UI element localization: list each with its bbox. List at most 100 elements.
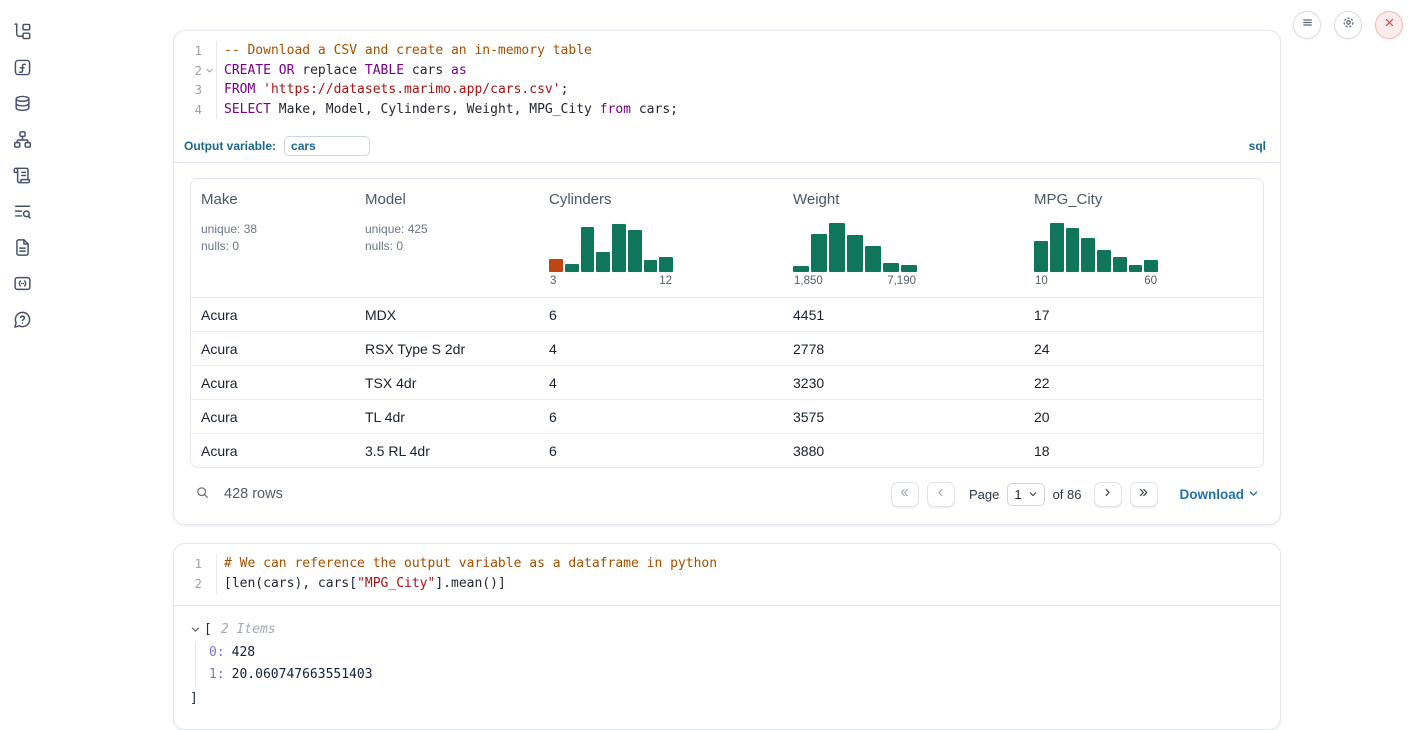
- table-row[interactable]: Acura3.5 RL 4dr6388018: [191, 433, 1263, 467]
- histogram-bar: [793, 266, 809, 272]
- settings-button[interactable]: [1334, 11, 1362, 39]
- tree-key: 0:: [209, 645, 225, 660]
- search-icon[interactable]: [195, 485, 210, 504]
- close-icon: [1382, 15, 1397, 35]
- table-cell: 3575: [783, 409, 1024, 425]
- tree-items-count: 2 Items: [221, 620, 276, 640]
- tree-value: 20.060747663551403: [232, 667, 373, 682]
- sidebar-item-variables[interactable]: [13, 58, 32, 77]
- table-body: AcuraMDX6445117AcuraRSX Type S 2dr427782…: [191, 298, 1263, 467]
- histogram-weight: 1,8507,190: [793, 220, 917, 287]
- sidebar-item-logs[interactable]: [13, 202, 32, 221]
- download-button[interactable]: Download: [1180, 487, 1260, 502]
- chevron-down-icon: [1028, 487, 1038, 502]
- code-snippet-icon: [13, 274, 32, 293]
- tree-children: 0:428 1: 20.060747663551403: [195, 642, 1264, 687]
- page-label: Page: [969, 487, 999, 502]
- table-cell: 22: [1024, 375, 1263, 391]
- scroll-icon: [13, 166, 32, 185]
- chevron-down-icon: [1248, 487, 1259, 502]
- code-text: -- Download a CSV and create an in-memor…: [224, 41, 592, 61]
- table-cell: 18: [1024, 443, 1263, 459]
- table-cell: TL 4dr: [355, 409, 539, 425]
- last-page-button[interactable]: [1130, 482, 1158, 507]
- table-cell: Acura: [191, 443, 355, 459]
- fold-chevron-icon[interactable]: [202, 61, 217, 81]
- code-line: 2CREATE OR replace TABLE cars as: [180, 61, 1280, 81]
- function-square-icon: [13, 58, 32, 77]
- column-header-mpg_city[interactable]: MPG_City1060: [1024, 179, 1263, 297]
- histogram-cylinders: 312: [549, 220, 673, 287]
- line-number: 1: [180, 41, 202, 61]
- histogram-bar: [1129, 265, 1143, 272]
- close-button[interactable]: [1375, 11, 1403, 39]
- histogram-bar: [581, 227, 595, 272]
- table-cell: 24: [1024, 341, 1263, 357]
- sidebar-item-snippets[interactable]: [13, 274, 32, 293]
- table-cell: 4451: [783, 307, 1024, 323]
- table-cell: Acura: [191, 409, 355, 425]
- line-number: 3: [180, 80, 202, 100]
- help-chat-icon: [13, 310, 32, 329]
- tree-entry: 0:428: [209, 642, 1264, 665]
- chevron-down-icon[interactable]: [190, 624, 201, 635]
- tree-close-bracket: ]: [190, 689, 1264, 709]
- output-variable-label: Output variable:: [184, 139, 276, 153]
- menu-icon: [1300, 15, 1315, 35]
- first-page-button[interactable]: [891, 482, 919, 507]
- python-cell: 1# We can reference the output variable …: [173, 543, 1281, 729]
- table-footer: 428 rows Page 1 of 86: [190, 476, 1264, 512]
- column-title: Model: [365, 191, 529, 208]
- table-row[interactable]: AcuraMDX6445117: [191, 298, 1263, 331]
- histogram-bar: [865, 246, 881, 272]
- sidebar-item-data-sources[interactable]: [13, 94, 32, 113]
- window-controls: [1293, 11, 1403, 39]
- histogram-bar: [1034, 241, 1048, 272]
- table-cell: TSX 4dr: [355, 375, 539, 391]
- dependency-graph-icon: [13, 130, 32, 149]
- column-header-weight[interactable]: Weight1,8507,190: [783, 179, 1024, 297]
- column-title: Make: [201, 191, 345, 208]
- sql-cell: 1 -- Download a CSV and create an in-memo…: [173, 30, 1281, 525]
- table-cell: Acura: [191, 341, 355, 357]
- gutter-spacer: [202, 574, 217, 594]
- column-header-cylinders[interactable]: Cylinders 312: [539, 179, 783, 297]
- sidebar-item-file-explorer[interactable]: [13, 22, 32, 41]
- file-tree-icon: [13, 22, 32, 41]
- sidebar-item-documentation[interactable]: [13, 238, 32, 257]
- page-total-label: of 86: [1053, 487, 1082, 502]
- histogram-bar: [596, 252, 610, 272]
- python-code-editor[interactable]: 1# We can reference the output variable …: [174, 544, 1280, 604]
- sidebar-item-help[interactable]: [13, 310, 32, 329]
- chevron-right-icon: [1101, 486, 1114, 502]
- tree-key: 1:: [209, 667, 225, 682]
- code-line: 4SELECT Make, Model, Cylinders, Weight, …: [180, 100, 1280, 120]
- sidebar-item-dependency-graph[interactable]: [13, 130, 32, 149]
- table-cell: 3880: [783, 443, 1024, 459]
- previous-page-button[interactable]: [927, 482, 955, 507]
- sidebar-item-scratchpad[interactable]: [13, 166, 32, 185]
- code-line: 1 -- Download a CSV and create an in-memo…: [180, 41, 1280, 61]
- table-cell: RSX Type S 2dr: [355, 341, 539, 357]
- histogram-bar: [1081, 238, 1095, 272]
- histogram-bar: [1144, 260, 1158, 272]
- table-row[interactable]: AcuraTL 4dr6357520: [191, 399, 1263, 433]
- column-header-make[interactable]: Makeunique: 38nulls: 0: [191, 179, 355, 297]
- page-select[interactable]: 1: [1007, 483, 1044, 506]
- table-row[interactable]: AcuraTSX 4dr4323022: [191, 365, 1263, 399]
- line-number: 2: [180, 574, 202, 594]
- column-header-model[interactable]: Modelunique: 425nulls: 0: [355, 179, 539, 297]
- menu-button[interactable]: [1293, 11, 1321, 39]
- table-cell: 17: [1024, 307, 1263, 323]
- table-row[interactable]: AcuraRSX Type S 2dr4277824: [191, 331, 1263, 365]
- table-cell: 3230: [783, 375, 1024, 391]
- next-page-button[interactable]: [1094, 482, 1122, 507]
- sql-code-editor[interactable]: 1 -- Download a CSV and create an in-memo…: [174, 31, 1280, 130]
- table-cell: 4: [539, 375, 783, 391]
- code-text: SELECT Make, Model, Cylinders, Weight, M…: [224, 100, 678, 120]
- histogram-bar: [1050, 223, 1064, 272]
- histogram-bar: [644, 260, 658, 272]
- code-line: 2[len(cars), cars["MPG_City"].mean()]: [180, 574, 1280, 594]
- column-title: Cylinders: [549, 191, 773, 208]
- output-variable-input[interactable]: [284, 136, 370, 156]
